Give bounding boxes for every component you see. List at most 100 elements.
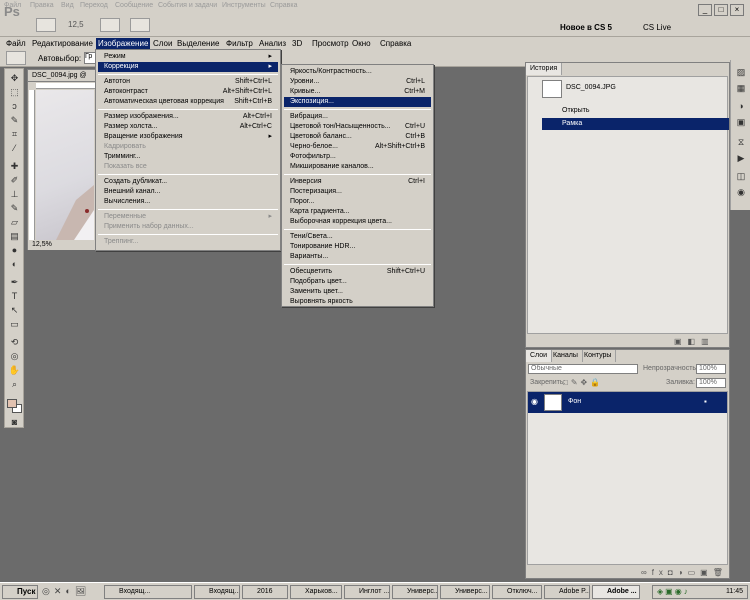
dodge-tool-icon[interactable]: ◐ — [8, 259, 21, 270]
menu-item[interactable]: Карта градиента... — [284, 207, 431, 217]
menu-item[interactable]: Вращение изображения ▸ — [98, 132, 278, 142]
taskbar-item-inbox-1[interactable]: Входящ... — [104, 585, 192, 599]
blur-tool-icon[interactable]: ● — [8, 245, 21, 256]
menu-item[interactable]: Вычисления... — [98, 197, 278, 207]
menu-edit[interactable]: Редактирование — [30, 38, 95, 49]
quick-launch-icons[interactable]: ◎✕◐🖼 — [42, 586, 90, 597]
eraser-tool-icon[interactable]: ▱ — [8, 217, 21, 228]
move-tool-icon[interactable]: ✥ — [8, 73, 21, 84]
menu-item[interactable]: Постеризация... — [284, 187, 431, 197]
menu-item[interactable]: Автоконтраст Alt+Shift+Ctrl+L — [98, 87, 278, 97]
image-canvas[interactable] — [36, 90, 94, 240]
menu-item[interactable]: Обесцветить Shift+Ctrl+U — [284, 267, 431, 277]
history-panel-footer-icons[interactable]: ▣◧▥ — [674, 337, 724, 346]
masks-panel-icon[interactable]: ▣ — [735, 116, 747, 128]
layer-row-background[interactable]: ◉ Фон ▪ — [528, 392, 727, 413]
tab-paths[interactable]: Контуры — [580, 350, 617, 362]
menu-item[interactable]: Автоматическая цветовая коррекция Shift+C… — [98, 97, 278, 107]
clock[interactable]: 11:45 — [726, 586, 743, 598]
menu-item[interactable]: Черно-белое... Alt+Shift+Ctrl+B — [284, 142, 431, 152]
top-menu-view[interactable]: Вид — [61, 2, 74, 9]
taskbar-item-2016[interactable]: 2016 — [242, 585, 288, 599]
layer-name[interactable]: Фон — [568, 398, 581, 405]
document-tab[interactable]: DSC_0094.jpg @ — [28, 70, 96, 82]
history-snapshot-label[interactable]: DSC_0094.JPG — [566, 84, 616, 91]
swatches-panel-icon[interactable]: ▦ — [735, 82, 747, 94]
menu-item[interactable]: Тонирование HDR... — [284, 242, 431, 252]
launch-bridge-button[interactable] — [36, 18, 56, 32]
type-tool-icon[interactable]: T — [8, 291, 21, 302]
menu-item[interactable]: Яркость/Контрастность... — [284, 67, 431, 77]
menu-item[interactable]: Тени/Света... — [284, 232, 431, 242]
menu-item[interactable]: Размер холста... Alt+Ctrl+C — [98, 122, 278, 132]
brush-tool-icon[interactable]: ✐ — [8, 175, 21, 186]
shape-tool-icon[interactable]: ▭ — [8, 319, 21, 330]
quick-mask-icon[interactable]: ◙ — [8, 417, 21, 428]
top-menu-message[interactable]: Сообщение — [115, 2, 153, 9]
menu-item[interactable]: Выборочная коррекция цвета... — [284, 217, 431, 227]
layers-panel-footer-icons[interactable]: ∞fx◘◑▭▣🗑 — [641, 568, 728, 577]
lock-icons[interactable]: □✎✥🔒 — [563, 378, 603, 387]
history-item-crop[interactable]: Рамка — [542, 118, 729, 130]
adjustments-panel-icon[interactable]: ◑ — [735, 100, 747, 112]
taskbar-item-inglot[interactable]: Инглот ... — [344, 585, 390, 599]
menu-item[interactable]: Внешний канал... — [98, 187, 278, 197]
menu-item[interactable]: Создать дубликат... — [98, 177, 278, 187]
menu-item[interactable]: Выровнять яркость — [284, 297, 431, 307]
menu-image[interactable]: Изображение — [96, 38, 151, 49]
menu-item[interactable]: Размер изображения... Alt+Ctrl+I — [98, 112, 278, 122]
taskbar-item-adobe-2[interactable]: Adobe ... — [592, 585, 640, 599]
3d-rotate-tool-icon[interactable]: ⟲ — [8, 337, 21, 348]
top-menu-file[interactable]: Файл — [4, 2, 21, 9]
3d-orbit-tool-icon[interactable]: ◎ — [8, 351, 21, 362]
menu-window[interactable]: Окно — [350, 38, 373, 49]
menu-item[interactable]: Кривые... Ctrl+M — [284, 87, 431, 97]
lasso-tool-icon[interactable]: ↄ — [8, 101, 21, 112]
menu-item[interactable]: Инверсия Ctrl+I — [284, 177, 431, 187]
menu-3d[interactable]: 3D — [290, 38, 304, 49]
history-panel-icon[interactable]: ⧖ — [735, 136, 747, 148]
menu-item[interactable]: Коррекция ▸ — [98, 62, 278, 72]
start-button[interactable]: Пуск — [2, 585, 38, 599]
menu-filter[interactable]: Фильтр — [224, 38, 255, 49]
tab-history[interactable]: История — [526, 63, 563, 75]
top-menu-go[interactable]: Переход — [80, 2, 108, 9]
foreground-color-swatch[interactable] — [7, 399, 17, 408]
taskbar-item-adobe-1[interactable]: Adobe P... — [544, 585, 590, 599]
minimize-icon[interactable]: _ — [698, 4, 712, 16]
maximize-icon[interactable]: □ — [714, 4, 728, 16]
eye-icon[interactable]: ◉ — [531, 397, 538, 406]
taskbar-item-inbox-2[interactable]: Входящ... — [194, 585, 240, 599]
hand-tool-icon[interactable]: ✋ — [8, 365, 21, 376]
tab-channels[interactable]: Каналы — [549, 350, 583, 362]
menu-item[interactable]: Цветовой тон/Насыщенность... Ctrl+U — [284, 122, 431, 132]
menu-item[interactable]: Тримминг... — [98, 152, 278, 162]
menu-item[interactable]: Варианты... — [284, 252, 431, 262]
menu-item[interactable]: Автотон Shift+Ctrl+L — [98, 77, 278, 87]
menu-analysis[interactable]: Анализ — [257, 38, 288, 49]
menu-item[interactable]: Вибрация... — [284, 112, 431, 122]
autoselect-checkbox[interactable]: Автовыбор: — [38, 54, 81, 63]
menu-item[interactable]: Микширование каналов... — [284, 162, 431, 172]
menu-help[interactable]: Справка — [378, 38, 413, 49]
actions-panel-icon[interactable]: ▶ — [735, 152, 747, 164]
marquee-tool-icon[interactable]: ⬚ — [8, 87, 21, 98]
healing-brush-tool-icon[interactable]: ✚ — [8, 161, 21, 172]
eyedropper-tool-icon[interactable]: ⁄ — [8, 143, 21, 154]
top-menu-tools[interactable]: Инструменты — [222, 2, 266, 9]
layers-panel-icon[interactable]: ◫ — [735, 170, 747, 182]
workspace-switcher[interactable]: Новое в CS 5 — [560, 23, 612, 32]
gradient-tool-icon[interactable]: ▤ — [8, 231, 21, 242]
color-panel-icon[interactable]: ▨ — [735, 66, 747, 78]
close-icon[interactable]: × — [730, 4, 744, 16]
view-extras-button[interactable] — [100, 18, 120, 32]
history-brush-tool-icon[interactable]: ✎ — [8, 203, 21, 214]
top-menu-events[interactable]: События и задачи — [158, 2, 217, 9]
pen-tool-icon[interactable]: ✒ — [8, 277, 21, 288]
menu-item[interactable]: Подобрать цвет... — [284, 277, 431, 287]
fill-input[interactable]: 100% — [696, 378, 726, 388]
move-tool-preset-icon[interactable] — [6, 51, 26, 65]
cs-live-button[interactable]: CS Live — [643, 23, 671, 32]
blend-mode-select[interactable]: Обычные — [528, 364, 638, 374]
menu-item[interactable]: Уровни... Ctrl+L — [284, 77, 431, 87]
